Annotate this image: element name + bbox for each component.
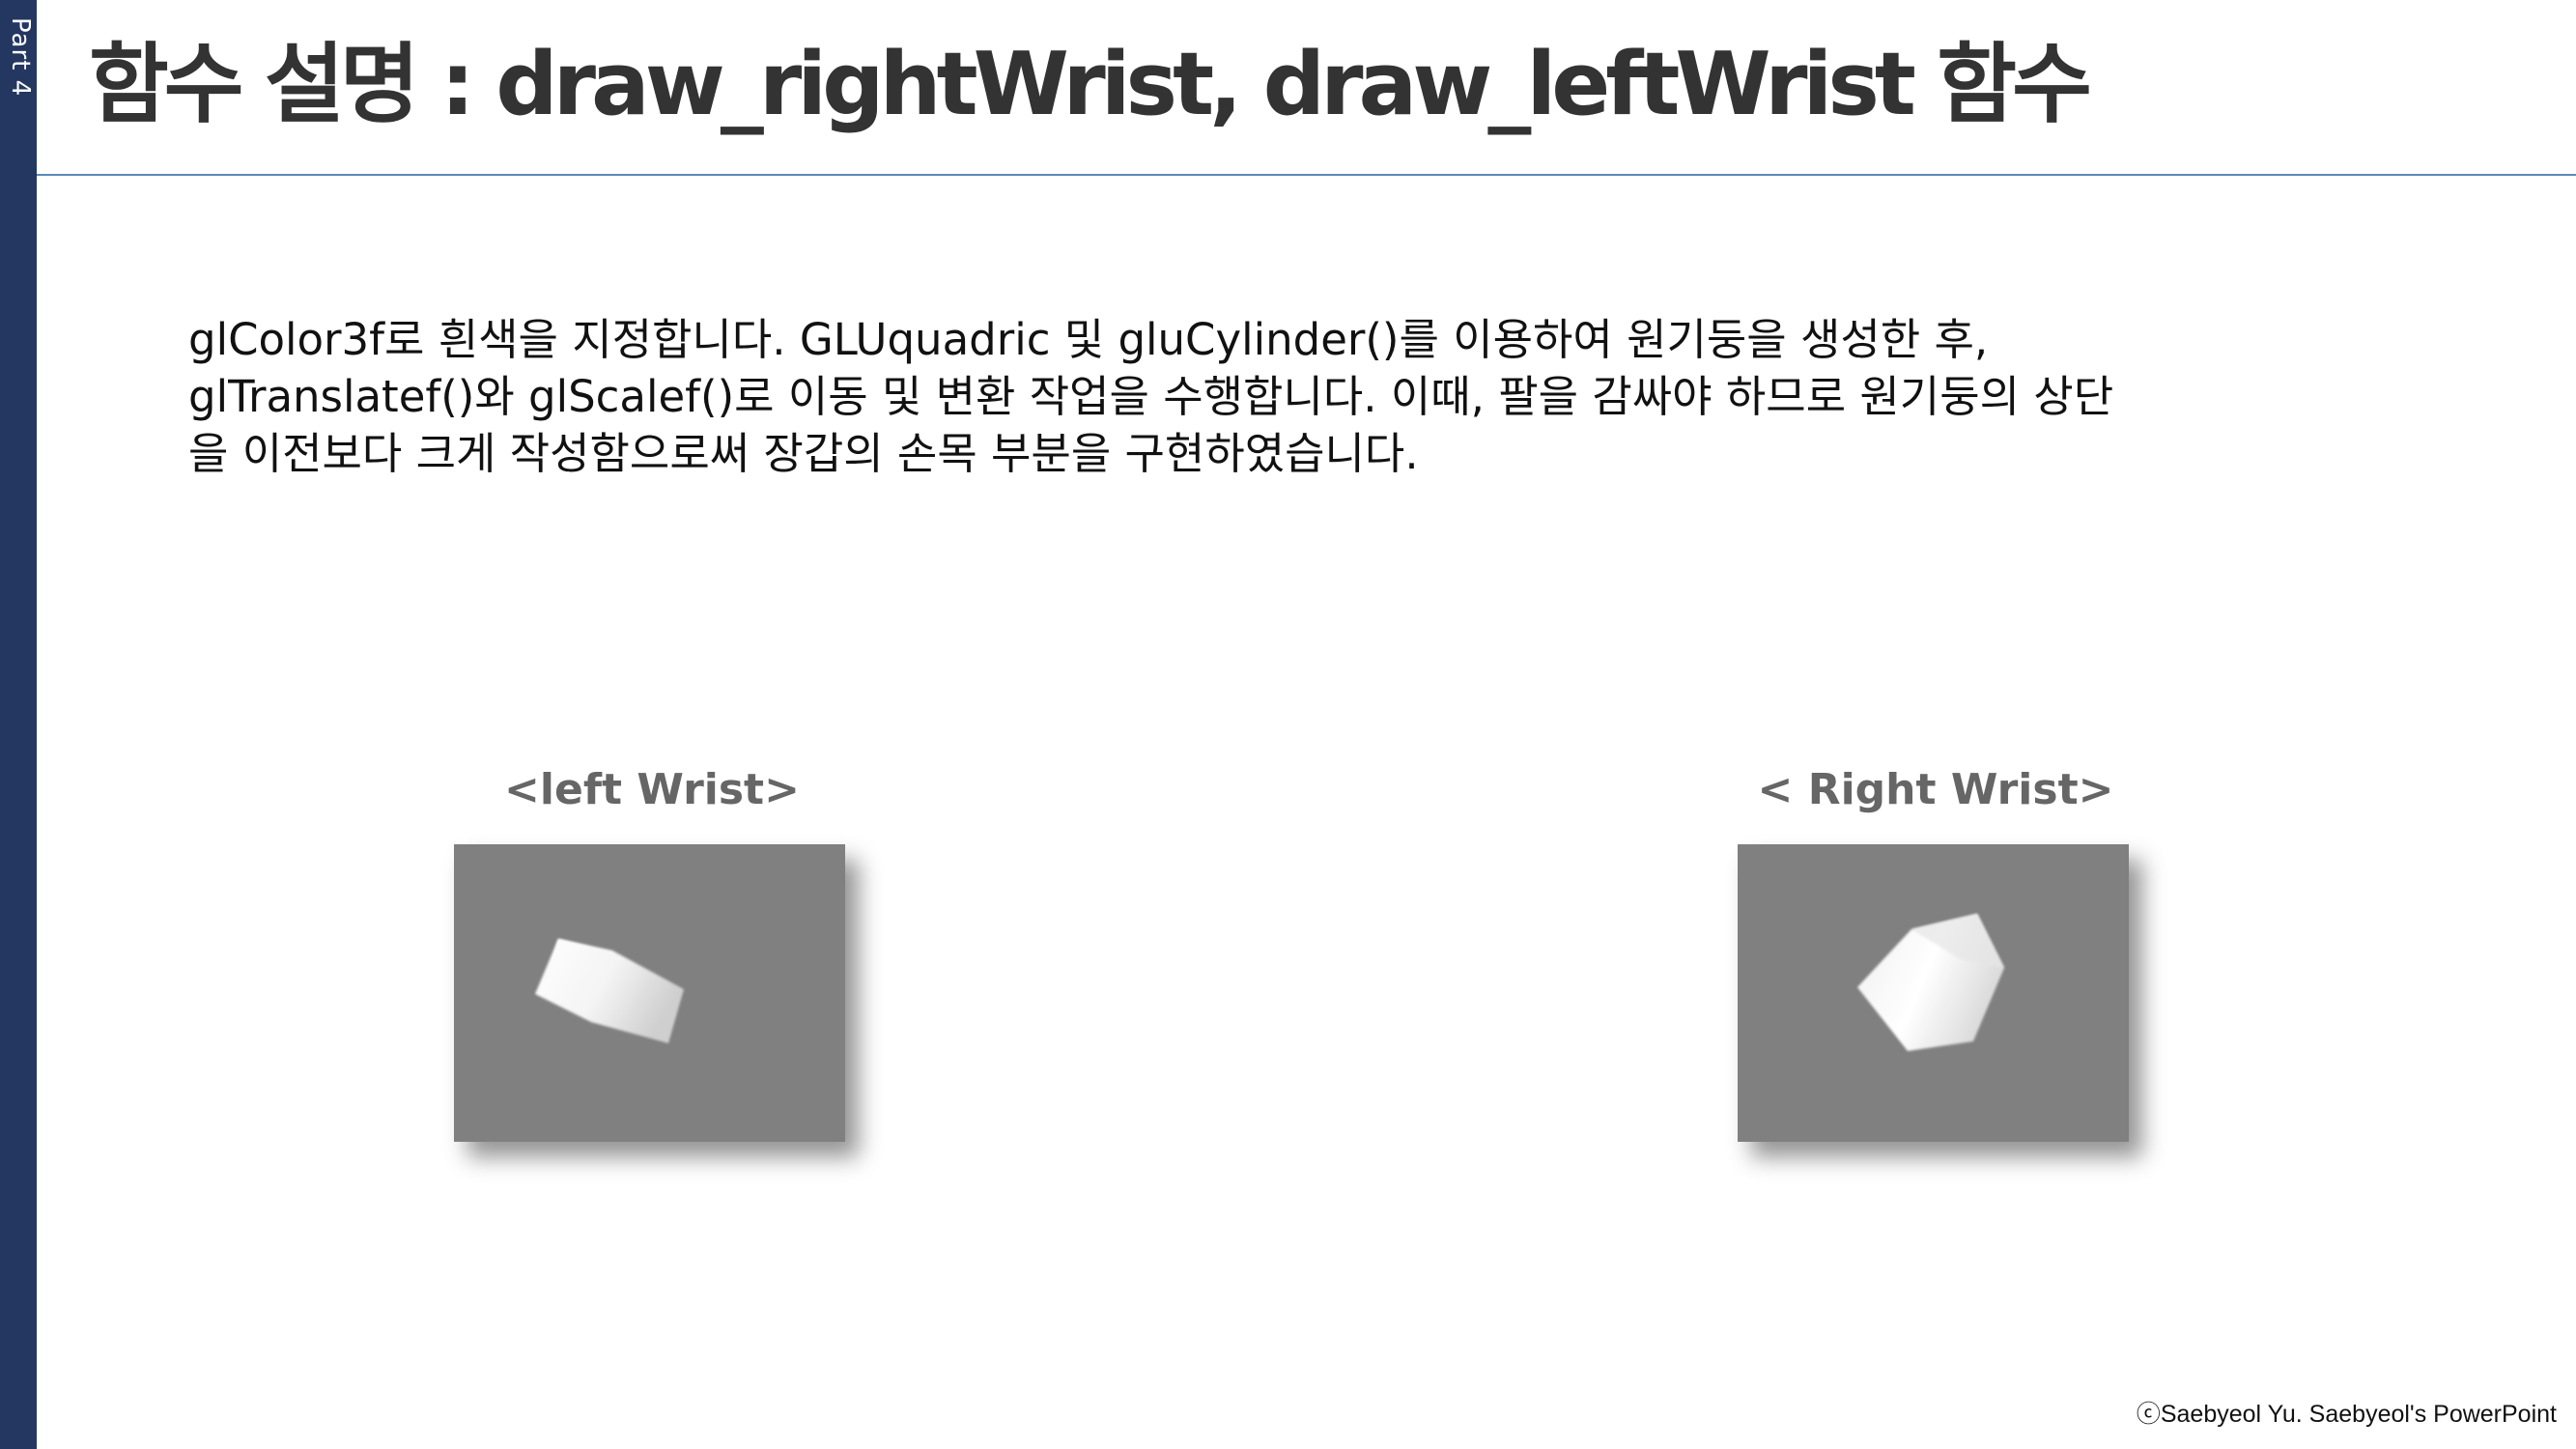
page-title: 함수 설명 : draw_rightWrist, draw_leftWrist … xyxy=(89,34,2092,135)
left-wrist-figure: <left Wrist> xyxy=(454,763,850,1142)
side-bar: Part 4 xyxy=(0,0,37,1449)
left-wrist-image xyxy=(535,939,684,1043)
slide: Part 4 함수 설명 : draw_rightWrist, draw_lef… xyxy=(0,0,2576,1449)
left-wrist-render xyxy=(454,844,845,1142)
part-label: Part 4 xyxy=(6,17,35,98)
left-wrist-caption: <left Wrist> xyxy=(504,765,800,814)
description-text: glColor3f로 흰색을 지정합니다. GLUquadric 및 gluCy… xyxy=(188,311,2313,482)
description-line: 을 이전보다 크게 작성함으로써 장갑의 손목 부분을 구현하였습니다. xyxy=(188,428,1419,479)
right-wrist-caption: < Right Wrist> xyxy=(1757,765,2114,814)
right-wrist-image xyxy=(1857,914,2004,1051)
description-line: glColor3f로 흰색을 지정합니다. GLUquadric 및 gluCy… xyxy=(188,314,1989,365)
right-wrist-figure: < Right Wrist> xyxy=(1738,763,2134,1142)
title-divider xyxy=(37,174,2576,176)
right-wrist-render xyxy=(1738,844,2129,1142)
description-line: glTranslatef()와 glScalef()로 이동 및 변환 작업을 … xyxy=(188,371,2114,422)
copyright-notice: ⓒSaebyeol Yu. Saebyeol's PowerPoint xyxy=(2136,1401,2557,1428)
